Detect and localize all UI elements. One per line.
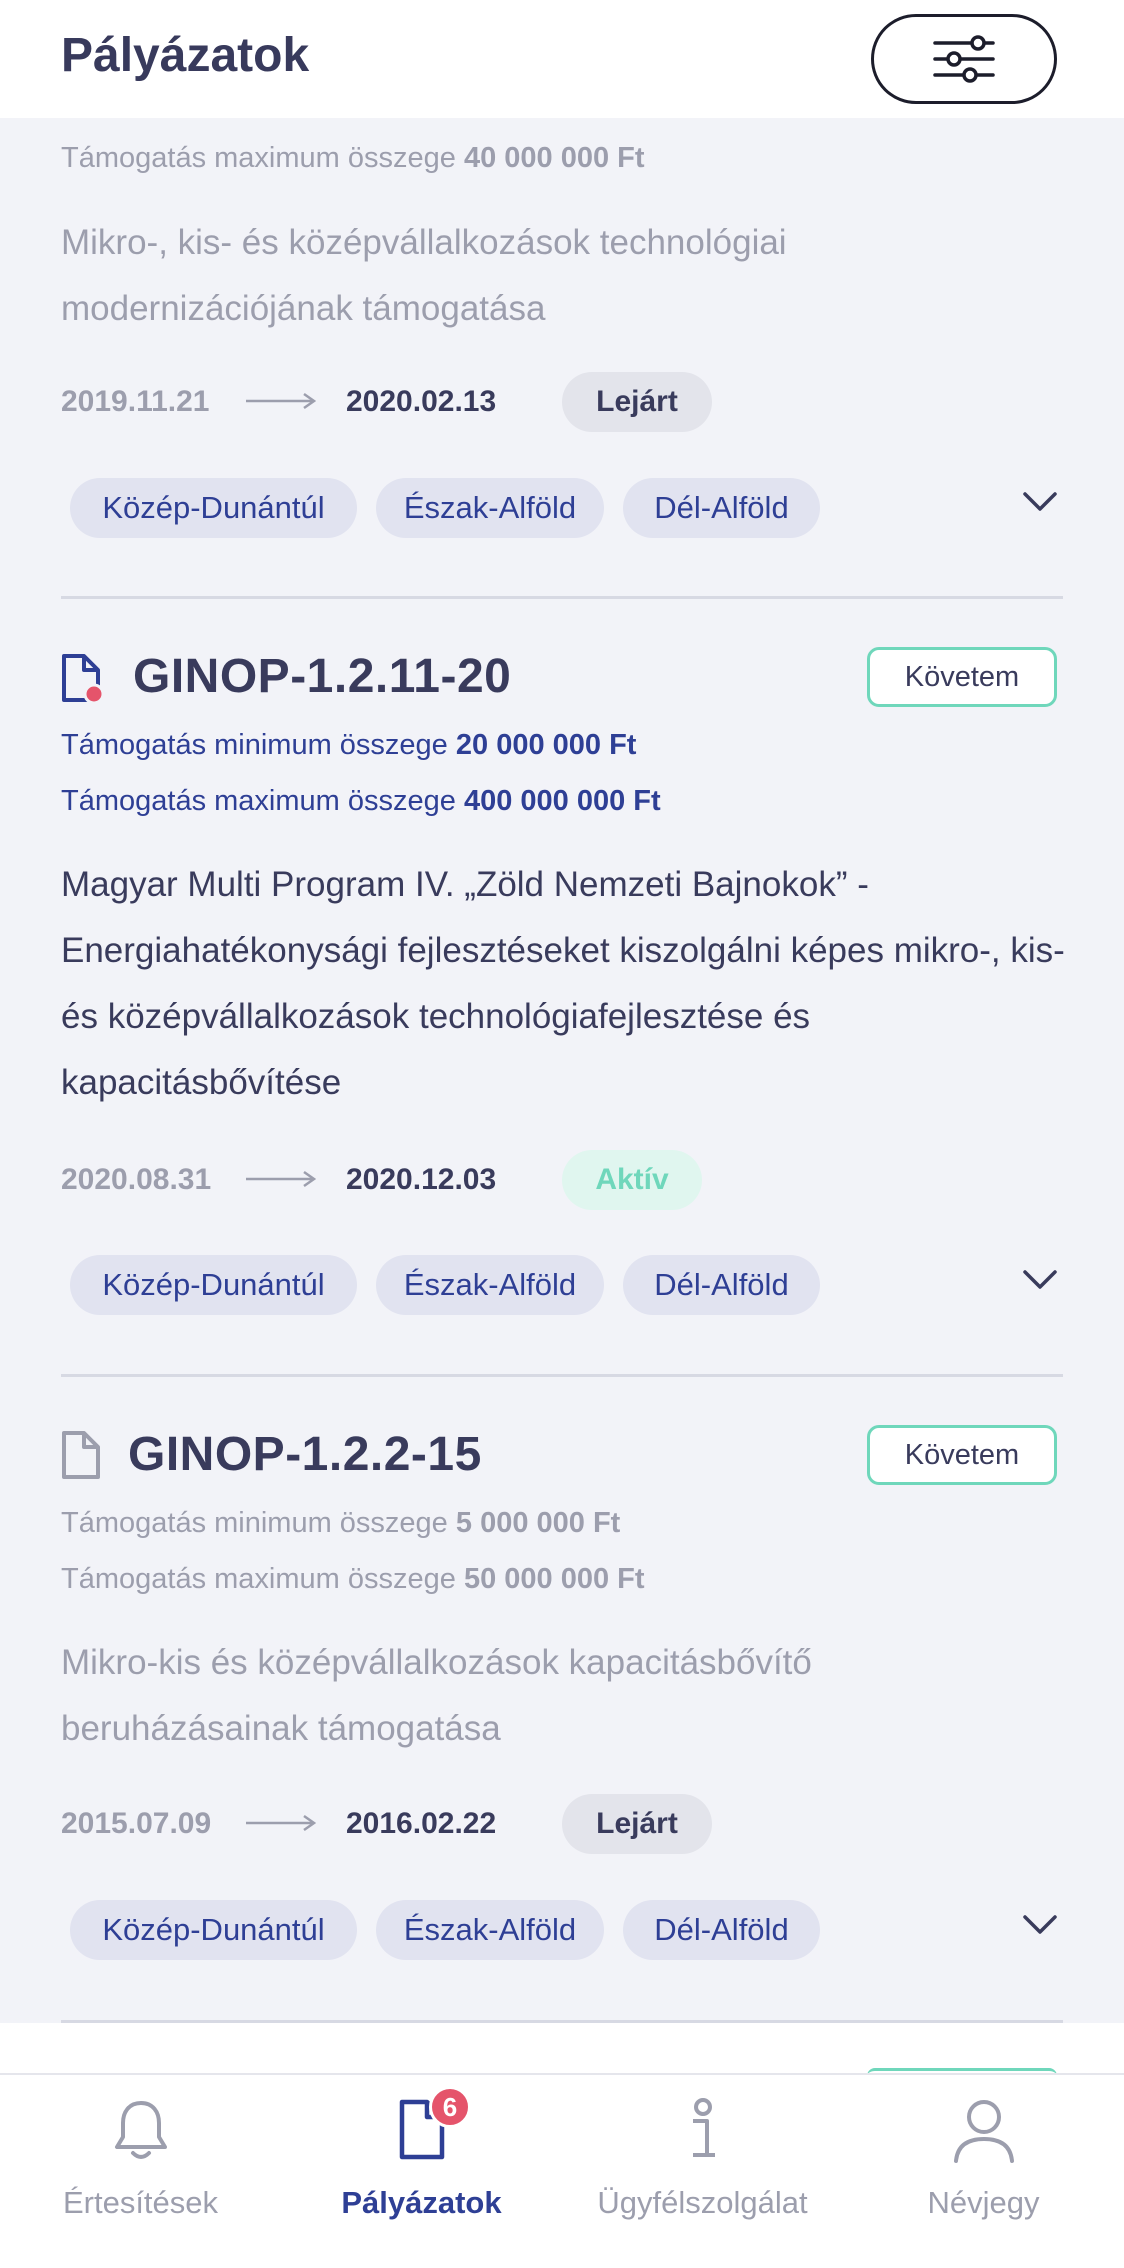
grant-description: Mikro-, kis- és középvállalkozások techn… xyxy=(61,223,787,328)
document-active-icon xyxy=(62,654,102,704)
filter-button[interactable] xyxy=(871,14,1057,104)
amount-max-value: 40 000 000 Ft xyxy=(463,142,645,174)
grant-card: Támogatás maximum összege 40 000 000 Ft … xyxy=(0,118,1124,598)
status-badge: Lejárt xyxy=(562,372,712,432)
grant-card: GINOP-1.2.11-20 Követem Támogatás minimu… xyxy=(0,599,1124,1375)
date-from: 2015.07.09 xyxy=(61,1807,212,1840)
follow-button[interactable]: Követem xyxy=(867,647,1057,707)
status-badge: Lejárt xyxy=(562,1794,712,1854)
grant-title[interactable]: GINOP-1.2.11-20 xyxy=(133,649,511,704)
amount-max-line: Támogatás maximum összege 50 000 000 Ft xyxy=(61,1563,645,1595)
nav-item-support[interactable]: Ügyfélszolgálat xyxy=(562,2075,843,2268)
region-tag: Észak-Alföld xyxy=(376,478,604,538)
amount-max-value: 50 000 000 Ft xyxy=(463,1563,645,1595)
follow-button[interactable]: Követem xyxy=(867,1425,1057,1485)
person-icon xyxy=(953,2100,1014,2163)
amount-max-line: Támogatás maximum összege 40 000 000 Ft xyxy=(61,142,645,174)
nav-label: Értesítések xyxy=(62,2185,219,2220)
region-tag: Közép-Dunántúl xyxy=(70,1900,357,1960)
nav-item-grants[interactable]: 6 Pályázatok xyxy=(281,2075,562,2268)
document-icon xyxy=(62,1431,100,1479)
arrow-right-icon xyxy=(246,1814,316,1832)
amount-min-value: 20 000 000 Ft xyxy=(455,729,637,761)
nav-label: Névjegy xyxy=(927,2185,1040,2220)
grant-description: Mikro-kis és középvállalkozások kapacitá… xyxy=(61,1643,812,1748)
date-to: 2020.12.03 xyxy=(346,1163,497,1196)
date-to: 2016.02.22 xyxy=(346,1807,497,1840)
sliders-icon xyxy=(933,35,995,83)
arrow-right-icon xyxy=(246,392,316,410)
notification-badge: 6 xyxy=(429,2086,471,2128)
app-header: Pályázatok xyxy=(0,0,1124,118)
grant-title[interactable]: GINOP-1.2.2-15 xyxy=(128,1427,482,1482)
grant-description: Magyar Multi Program IV. „Zöld Nemzeti B… xyxy=(61,865,1065,1102)
region-tag: Dél-Alföld xyxy=(623,1255,820,1315)
bell-icon xyxy=(114,2101,167,2159)
grant-card: GINOP-1.2.2-15 Követem Támogatás minimum… xyxy=(0,1377,1124,2023)
chevron-down-icon[interactable] xyxy=(1022,1269,1058,1291)
amount-min-line: Támogatás minimum összege 20 000 000 Ft xyxy=(61,729,637,761)
page-title: Pályázatok xyxy=(61,29,310,82)
card-peek xyxy=(0,2023,1124,2073)
arrow-right-icon xyxy=(246,1170,316,1188)
bottom-navigation: Értesítések 6 Pályázatok Ügyfélszolgálat… xyxy=(0,2073,1124,2268)
region-tag: Közép-Dunántúl xyxy=(70,1255,357,1315)
nav-item-about[interactable]: Névjegy xyxy=(843,2075,1124,2268)
date-from: 2020.08.31 xyxy=(61,1163,212,1196)
nav-label: Ügyfélszolgálat xyxy=(597,2185,808,2220)
amount-min-value: 5 000 000 Ft xyxy=(455,1507,621,1539)
chevron-down-icon[interactable] xyxy=(1022,1914,1058,1936)
region-tag: Dél-Alföld xyxy=(623,478,820,538)
region-tag: Dél-Alföld xyxy=(623,1900,820,1960)
region-tag: Észak-Alföld xyxy=(376,1900,604,1960)
info-icon xyxy=(692,2098,715,2157)
region-tag: Közép-Dunántúl xyxy=(70,478,357,538)
status-badge: Aktív xyxy=(562,1150,702,1210)
nav-item-notifications[interactable]: Értesítések xyxy=(0,2075,281,2268)
date-to: 2020.02.13 xyxy=(346,385,497,418)
amount-max-value: 400 000 000 Ft xyxy=(463,785,661,817)
chevron-down-icon[interactable] xyxy=(1022,491,1058,513)
nav-label: Pályázatok xyxy=(341,2185,502,2220)
amount-min-line: Támogatás minimum összege 5 000 000 Ft xyxy=(61,1507,621,1539)
region-tag: Észak-Alföld xyxy=(376,1255,604,1315)
date-from: 2019.11.21 xyxy=(61,385,210,418)
amount-max-line: Támogatás maximum összege 400 000 000 Ft xyxy=(61,785,661,817)
